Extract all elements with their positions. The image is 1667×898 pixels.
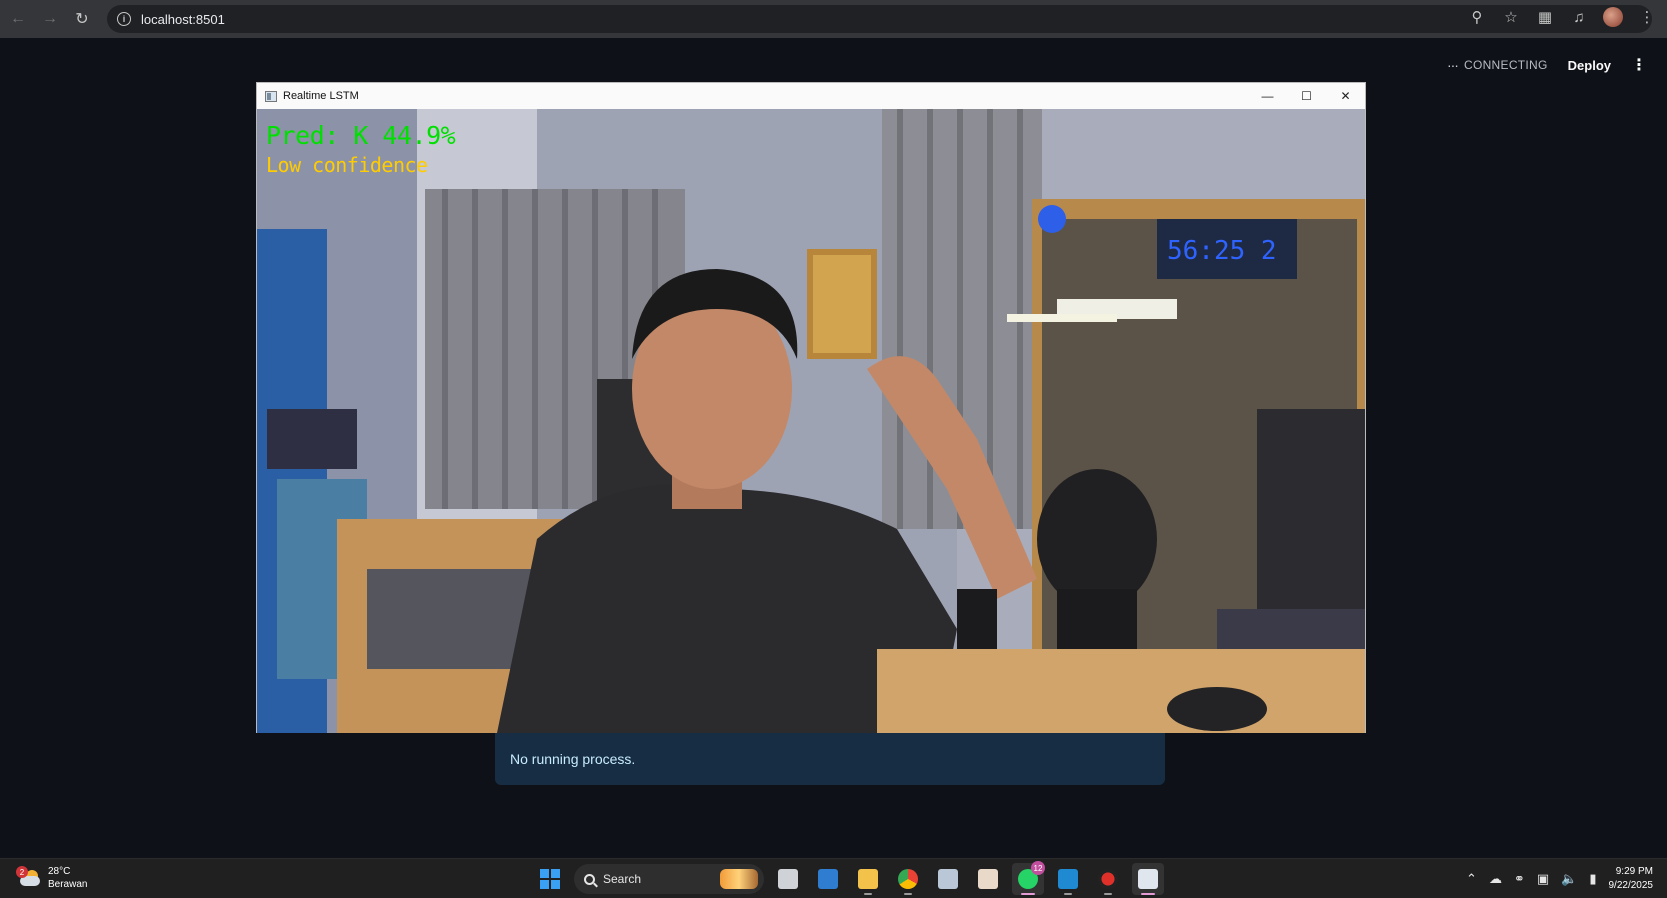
microphone-icon[interactable]: ⚭ xyxy=(1514,871,1525,887)
window-titlebar[interactable]: Realtime LSTM — ☐ ✕ xyxy=(257,83,1365,109)
weather-condition: Berawan xyxy=(48,879,88,890)
prediction-overlay: Pred: K 44.9% xyxy=(266,121,456,150)
info-alert: No running process. xyxy=(495,733,1165,785)
search-label: Search xyxy=(603,872,642,886)
whatsapp-badge: 12 xyxy=(1031,861,1045,875)
reload-icon[interactable]: ↻ xyxy=(68,5,96,33)
clock-time: 9:29 PM xyxy=(1615,866,1653,877)
system-tray: ⌃ ☁ ⚭ ▣ 🔈 ▮ 9:29 PM 9/22/2025 xyxy=(1466,865,1653,893)
windows-taskbar: 2 28°C Berawan Search 12 ⌃ ☁ ⚭ ▣ 🔈 ▮ 9:2… xyxy=(0,858,1667,898)
file-explorer-icon[interactable] xyxy=(852,863,884,895)
forward-arrow-icon[interactable]: → xyxy=(36,5,64,33)
media-control-icon[interactable]: ♫ xyxy=(1569,9,1589,26)
clock-date: 9/22/2025 xyxy=(1608,880,1654,891)
browser-toolbar: ← → ↻ i localhost:8501 ⚲ ☆ ▦ ♫ ⋮ xyxy=(0,0,1667,38)
browser-menu-icon[interactable]: ⋮ xyxy=(1637,8,1657,26)
weather-temperature: 28°C xyxy=(48,866,71,877)
confidence-overlay: Low confidence xyxy=(266,153,428,177)
bookmark-star-icon[interactable]: ☆ xyxy=(1501,8,1521,26)
obs-record-icon[interactable] xyxy=(1092,863,1124,895)
deploy-button[interactable]: Deploy xyxy=(1568,58,1611,73)
taskbar-search[interactable]: Search xyxy=(574,864,764,894)
weather-cloud-sun-icon: 2 xyxy=(16,866,42,888)
profile-avatar[interactable] xyxy=(1603,7,1623,27)
address-bar[interactable]: i localhost:8501 xyxy=(107,5,1652,33)
connection-status: ··· CONNECTING xyxy=(1447,57,1548,73)
search-highlight-icon xyxy=(720,869,758,889)
svg-text:56:25 2: 56:25 2 xyxy=(1167,236,1277,266)
camera-frame: 56:25 2 Pred: K 44.9% Low confidence xyxy=(257,109,1365,733)
maximize-icon[interactable]: ☐ xyxy=(1287,83,1326,109)
streamlit-header: ··· CONNECTING Deploy ⋮ xyxy=(1447,55,1647,75)
search-icon xyxy=(584,873,595,885)
taskbar-apps: Search 12 xyxy=(534,861,1164,895)
back-arrow-icon[interactable]: ← xyxy=(4,5,32,33)
url-text: localhost:8501 xyxy=(141,11,225,27)
status-dots-icon: ··· xyxy=(1446,57,1459,73)
onedrive-cloud-icon[interactable]: ☁ xyxy=(1489,871,1502,887)
main-menu-icon[interactable]: ⋮ xyxy=(1631,55,1647,75)
chevron-up-icon[interactable]: ⌃ xyxy=(1466,871,1477,887)
weather-badge: 2 xyxy=(16,866,28,878)
notepad-icon[interactable] xyxy=(932,863,964,895)
window-app-icon xyxy=(265,90,277,102)
window-title: Realtime LSTM xyxy=(283,90,359,102)
window-controls: — ☐ ✕ xyxy=(1248,83,1365,109)
opencv-window[interactable]: Realtime LSTM — ☐ ✕ 56:25 2 Pred: K 44.9… xyxy=(256,82,1366,733)
volume-icon[interactable]: 🔈 xyxy=(1561,871,1577,887)
chrome-icon[interactable] xyxy=(892,863,924,895)
site-info-icon[interactable]: i xyxy=(117,12,131,26)
extensions-icon[interactable]: ▦ xyxy=(1535,8,1555,26)
taskbar-clock[interactable]: 9:29 PM 9/22/2025 xyxy=(1609,865,1654,893)
weather-widget[interactable]: 2 28°C Berawan xyxy=(16,865,88,891)
task-view-icon[interactable] xyxy=(772,863,804,895)
minimize-icon[interactable]: — xyxy=(1248,83,1287,109)
zoom-icon[interactable]: ⚲ xyxy=(1467,8,1487,26)
battery-icon[interactable]: ▮ xyxy=(1589,871,1596,887)
close-icon[interactable]: ✕ xyxy=(1326,83,1365,109)
whatsapp-icon[interactable]: 12 xyxy=(1012,861,1045,895)
info-message: No running process. xyxy=(510,751,636,767)
start-windows-icon[interactable] xyxy=(534,863,566,895)
display-icon[interactable]: ▣ xyxy=(1537,871,1549,887)
webcam-scene: 56:25 2 xyxy=(257,109,1365,733)
photos-icon[interactable] xyxy=(812,863,844,895)
vscode-icon[interactable] xyxy=(1052,863,1084,895)
status-text: CONNECTING xyxy=(1463,58,1548,72)
browser-actions: ⚲ ☆ ▦ ♫ ⋮ xyxy=(1467,7,1657,27)
anime-app-icon[interactable] xyxy=(972,863,1004,895)
opencv-window-taskbar-icon[interactable] xyxy=(1132,863,1164,895)
